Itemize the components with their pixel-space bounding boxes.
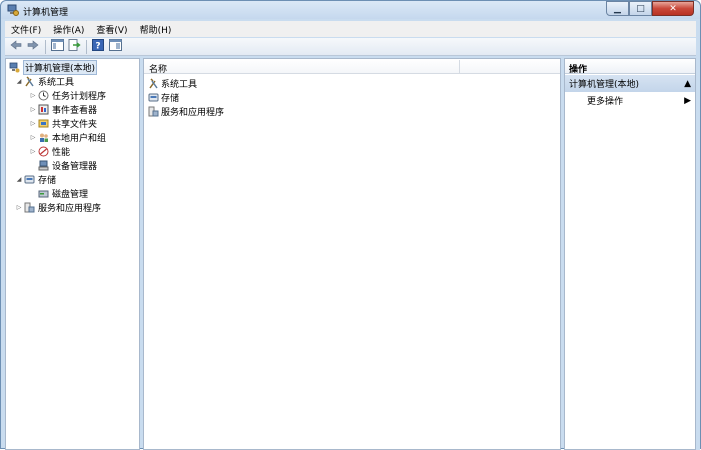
minimize-button[interactable]: ▁ xyxy=(606,1,629,16)
collapse-icon[interactable]: ◢ xyxy=(14,176,24,183)
menu-action[interactable]: 操作(A) xyxy=(53,23,84,36)
window-frame-right xyxy=(696,58,700,450)
back-button[interactable] xyxy=(9,40,23,54)
storage-icon xyxy=(24,174,35,185)
list-header: 名称 xyxy=(144,59,560,75)
show-hide-tree-icon xyxy=(50,39,64,54)
expand-icon[interactable]: ▷ xyxy=(28,106,38,113)
properties-button[interactable] xyxy=(108,39,122,54)
tree-item-task-scheduler[interactable]: ▷ 任务计划程序 xyxy=(28,89,106,102)
expand-icon[interactable]: ▷ xyxy=(28,148,38,155)
show-hide-tree-button[interactable] xyxy=(50,39,64,54)
tools-icon xyxy=(24,76,35,87)
clock-icon xyxy=(38,90,49,101)
users-icon xyxy=(38,132,49,143)
toolbar-separator xyxy=(86,39,87,54)
tools-icon xyxy=(148,78,159,89)
window-title: 计算机管理 xyxy=(23,8,69,18)
expand-icon[interactable]: ▷ xyxy=(28,120,38,127)
close-icon: ✕ xyxy=(669,3,677,14)
list-item-label: 存储 xyxy=(161,94,180,104)
tree-item-local-users[interactable]: ▷ 本地用户和组 xyxy=(28,131,106,144)
main-window: 计算机管理 ▁ □ ✕ 文件(F) 操作(A) 查看(V) 帮助(H) ? 计算… xyxy=(0,0,701,450)
computer-management-icon xyxy=(7,4,19,16)
list-item[interactable]: 存储 xyxy=(148,91,179,104)
tree-item-root[interactable]: 计算机管理(本地) xyxy=(9,60,98,75)
forward-arrow-icon xyxy=(27,40,39,53)
close-button[interactable]: ✕ xyxy=(652,1,694,16)
maximize-button[interactable]: □ xyxy=(629,1,652,16)
expand-icon[interactable]: ▷ xyxy=(28,92,38,99)
expand-icon[interactable]: ▷ xyxy=(28,134,38,141)
collapse-icon[interactable]: ◢ xyxy=(14,78,24,85)
performance-icon xyxy=(38,146,49,157)
menu-file[interactable]: 文件(F) xyxy=(11,23,41,36)
tree-item-performance[interactable]: ▷ 性能 xyxy=(28,145,70,158)
minimize-icon: ▁ xyxy=(614,3,621,14)
tree-label: 计算机管理(本地) xyxy=(23,60,98,75)
tree-label: 本地用户和组 xyxy=(52,134,107,144)
help-icon: ? xyxy=(92,39,104,54)
disk-icon xyxy=(38,188,49,199)
tree-item-services-apps[interactable]: ▷ 服务和应用程序 xyxy=(14,201,101,214)
tree-label: 磁盘管理 xyxy=(52,190,89,200)
toolbar-separator xyxy=(45,39,46,54)
actions-section-label: 计算机管理(本地) xyxy=(569,80,640,90)
export-list-icon xyxy=(68,39,81,54)
toolbar: ? xyxy=(5,38,696,56)
tree-label: 设备管理器 xyxy=(52,162,98,172)
tree-item-system-tools[interactable]: ◢ 系统工具 xyxy=(14,75,74,88)
device-manager-icon xyxy=(38,160,49,171)
maximize-icon: □ xyxy=(636,3,645,14)
tree-label: 存储 xyxy=(38,176,57,186)
tree-label: 服务和应用程序 xyxy=(38,204,102,214)
svg-text:?: ? xyxy=(95,42,100,52)
tree-label: 任务计划程序 xyxy=(52,92,107,102)
tree-item-storage[interactable]: ◢ 存储 xyxy=(14,173,56,186)
actions-section-header[interactable]: 计算机管理(本地) ▲ xyxy=(565,75,695,92)
tree-item-event-viewer[interactable]: ▷ 事件查看器 xyxy=(28,103,97,116)
title-bar[interactable]: 计算机管理 ▁ □ ✕ xyxy=(1,1,700,19)
forward-button[interactable] xyxy=(26,40,40,54)
more-actions-item[interactable]: 更多操作 ▶ xyxy=(565,93,695,108)
back-arrow-icon xyxy=(10,40,22,53)
tree-label: 性能 xyxy=(52,148,71,158)
tree-item-shared-folders[interactable]: ▷ 共享文件夹 xyxy=(28,117,97,130)
more-actions-label: 更多操作 xyxy=(587,97,624,107)
console-tree: 计算机管理(本地) ◢ 系统工具 ▷ 任务计划程序 ▷ 事件查看器 ▷ 共享文件… xyxy=(5,58,140,450)
actions-pane: 操作 计算机管理(本地) ▲ 更多操作 ▶ xyxy=(564,58,696,450)
actions-header: 操作 xyxy=(565,59,695,75)
computer-management-icon xyxy=(9,62,20,73)
menu-help[interactable]: 帮助(H) xyxy=(140,23,172,36)
tree-item-disk-management[interactable]: 磁盘管理 xyxy=(28,187,88,200)
tree-label: 事件查看器 xyxy=(52,106,98,116)
properties-icon xyxy=(108,39,122,54)
help-button[interactable]: ? xyxy=(91,39,105,54)
list-item[interactable]: 服务和应用程序 xyxy=(148,105,224,118)
list-item-label: 服务和应用程序 xyxy=(161,108,225,118)
submenu-arrow-icon: ▶ xyxy=(684,95,691,106)
column-header-name[interactable]: 名称 xyxy=(149,62,167,75)
window-controls: ▁ □ ✕ xyxy=(606,1,694,16)
column-divider[interactable] xyxy=(459,60,460,73)
menu-view[interactable]: 查看(V) xyxy=(96,23,127,36)
event-log-icon xyxy=(38,104,49,115)
services-icon xyxy=(148,106,159,117)
collapse-up-icon[interactable]: ▲ xyxy=(684,79,691,89)
shared-folder-icon xyxy=(38,118,49,129)
storage-icon xyxy=(148,92,159,103)
list-item[interactable]: 系统工具 xyxy=(148,77,197,90)
results-pane: 名称 系统工具 存储 服务和应用程序 xyxy=(143,58,561,450)
tree-label: 系统工具 xyxy=(38,78,75,88)
services-icon xyxy=(24,202,35,213)
menu-bar: 文件(F) 操作(A) 查看(V) 帮助(H) xyxy=(5,21,696,37)
tree-item-device-manager[interactable]: 设备管理器 xyxy=(28,159,97,172)
export-list-button[interactable] xyxy=(67,39,81,54)
expand-icon[interactable]: ▷ xyxy=(14,204,24,211)
list-item-label: 系统工具 xyxy=(161,80,198,90)
tree-label: 共享文件夹 xyxy=(52,120,98,130)
